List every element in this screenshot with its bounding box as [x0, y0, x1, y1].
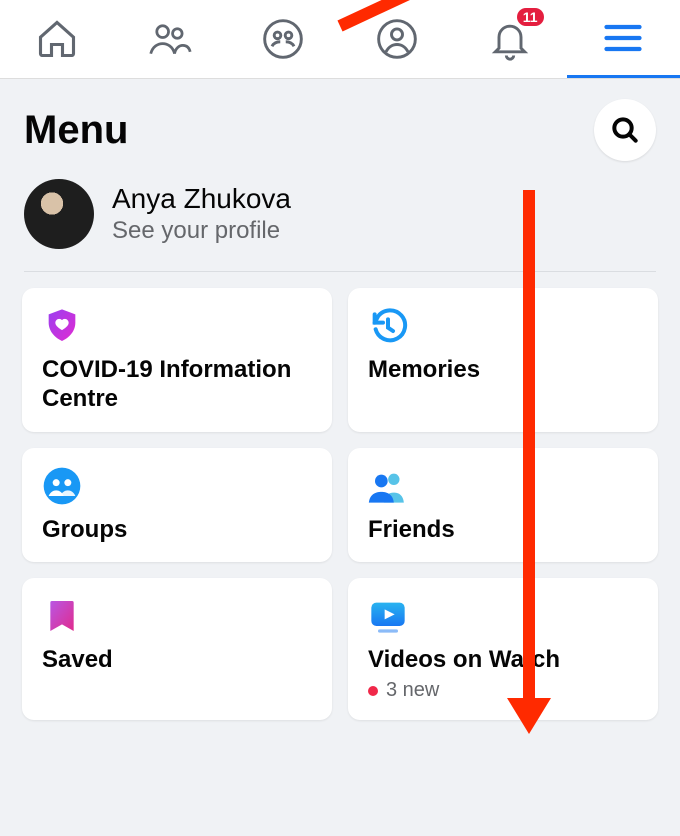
- card-memories[interactable]: Memories: [348, 288, 658, 432]
- avatar: [24, 179, 94, 249]
- card-saved[interactable]: Saved: [22, 578, 332, 720]
- card-label: Groups: [42, 516, 314, 545]
- card-label: Saved: [42, 646, 314, 675]
- card-videos[interactable]: Videos on Watch 3 new: [348, 578, 658, 720]
- friends-icon: [148, 17, 192, 61]
- groups-circle-icon: [42, 466, 82, 506]
- shield-heart-icon: [42, 306, 82, 346]
- card-label: Videos on Watch: [368, 646, 640, 675]
- search-button[interactable]: [594, 99, 656, 161]
- card-groups[interactable]: Groups: [22, 448, 332, 563]
- annotation-arrow-2: [523, 190, 535, 700]
- bookmark-icon: [42, 596, 82, 636]
- clock-rewind-icon: [368, 306, 408, 346]
- card-meta: 3 new: [368, 679, 640, 702]
- tab-menu[interactable]: [567, 0, 680, 78]
- tab-friends[interactable]: [113, 0, 226, 78]
- menu-grid: COVID-19 Information Centre Memories Gro…: [0, 272, 680, 736]
- new-dot-icon: [368, 686, 378, 696]
- friends-color-icon: [368, 466, 408, 506]
- profile-sub: See your profile: [112, 217, 291, 245]
- card-covid[interactable]: COVID-19 Information Centre: [22, 288, 332, 432]
- profile-icon: [375, 17, 419, 61]
- card-friends[interactable]: Friends: [348, 448, 658, 563]
- profile-row[interactable]: Anya Zhukova See your profile: [0, 171, 680, 271]
- card-label: Memories: [368, 356, 640, 385]
- top-tab-bar: 11: [0, 0, 680, 79]
- menu-header: Menu: [0, 79, 680, 171]
- video-watch-icon: [368, 596, 408, 636]
- hamburger-icon: [601, 16, 645, 60]
- notification-badge: 11: [517, 8, 544, 26]
- search-icon: [609, 114, 641, 146]
- groups-icon: [261, 17, 305, 61]
- card-label: Friends: [368, 516, 640, 545]
- profile-name: Anya Zhukova: [112, 183, 291, 215]
- card-label: COVID-19 Information Centre: [42, 356, 314, 414]
- tab-groups[interactable]: [227, 0, 340, 78]
- page-title: Menu: [24, 108, 128, 153]
- tab-home[interactable]: [0, 0, 113, 78]
- tab-notifications[interactable]: 11: [453, 0, 566, 78]
- meta-text: 3 new: [386, 679, 439, 702]
- home-icon: [35, 17, 79, 61]
